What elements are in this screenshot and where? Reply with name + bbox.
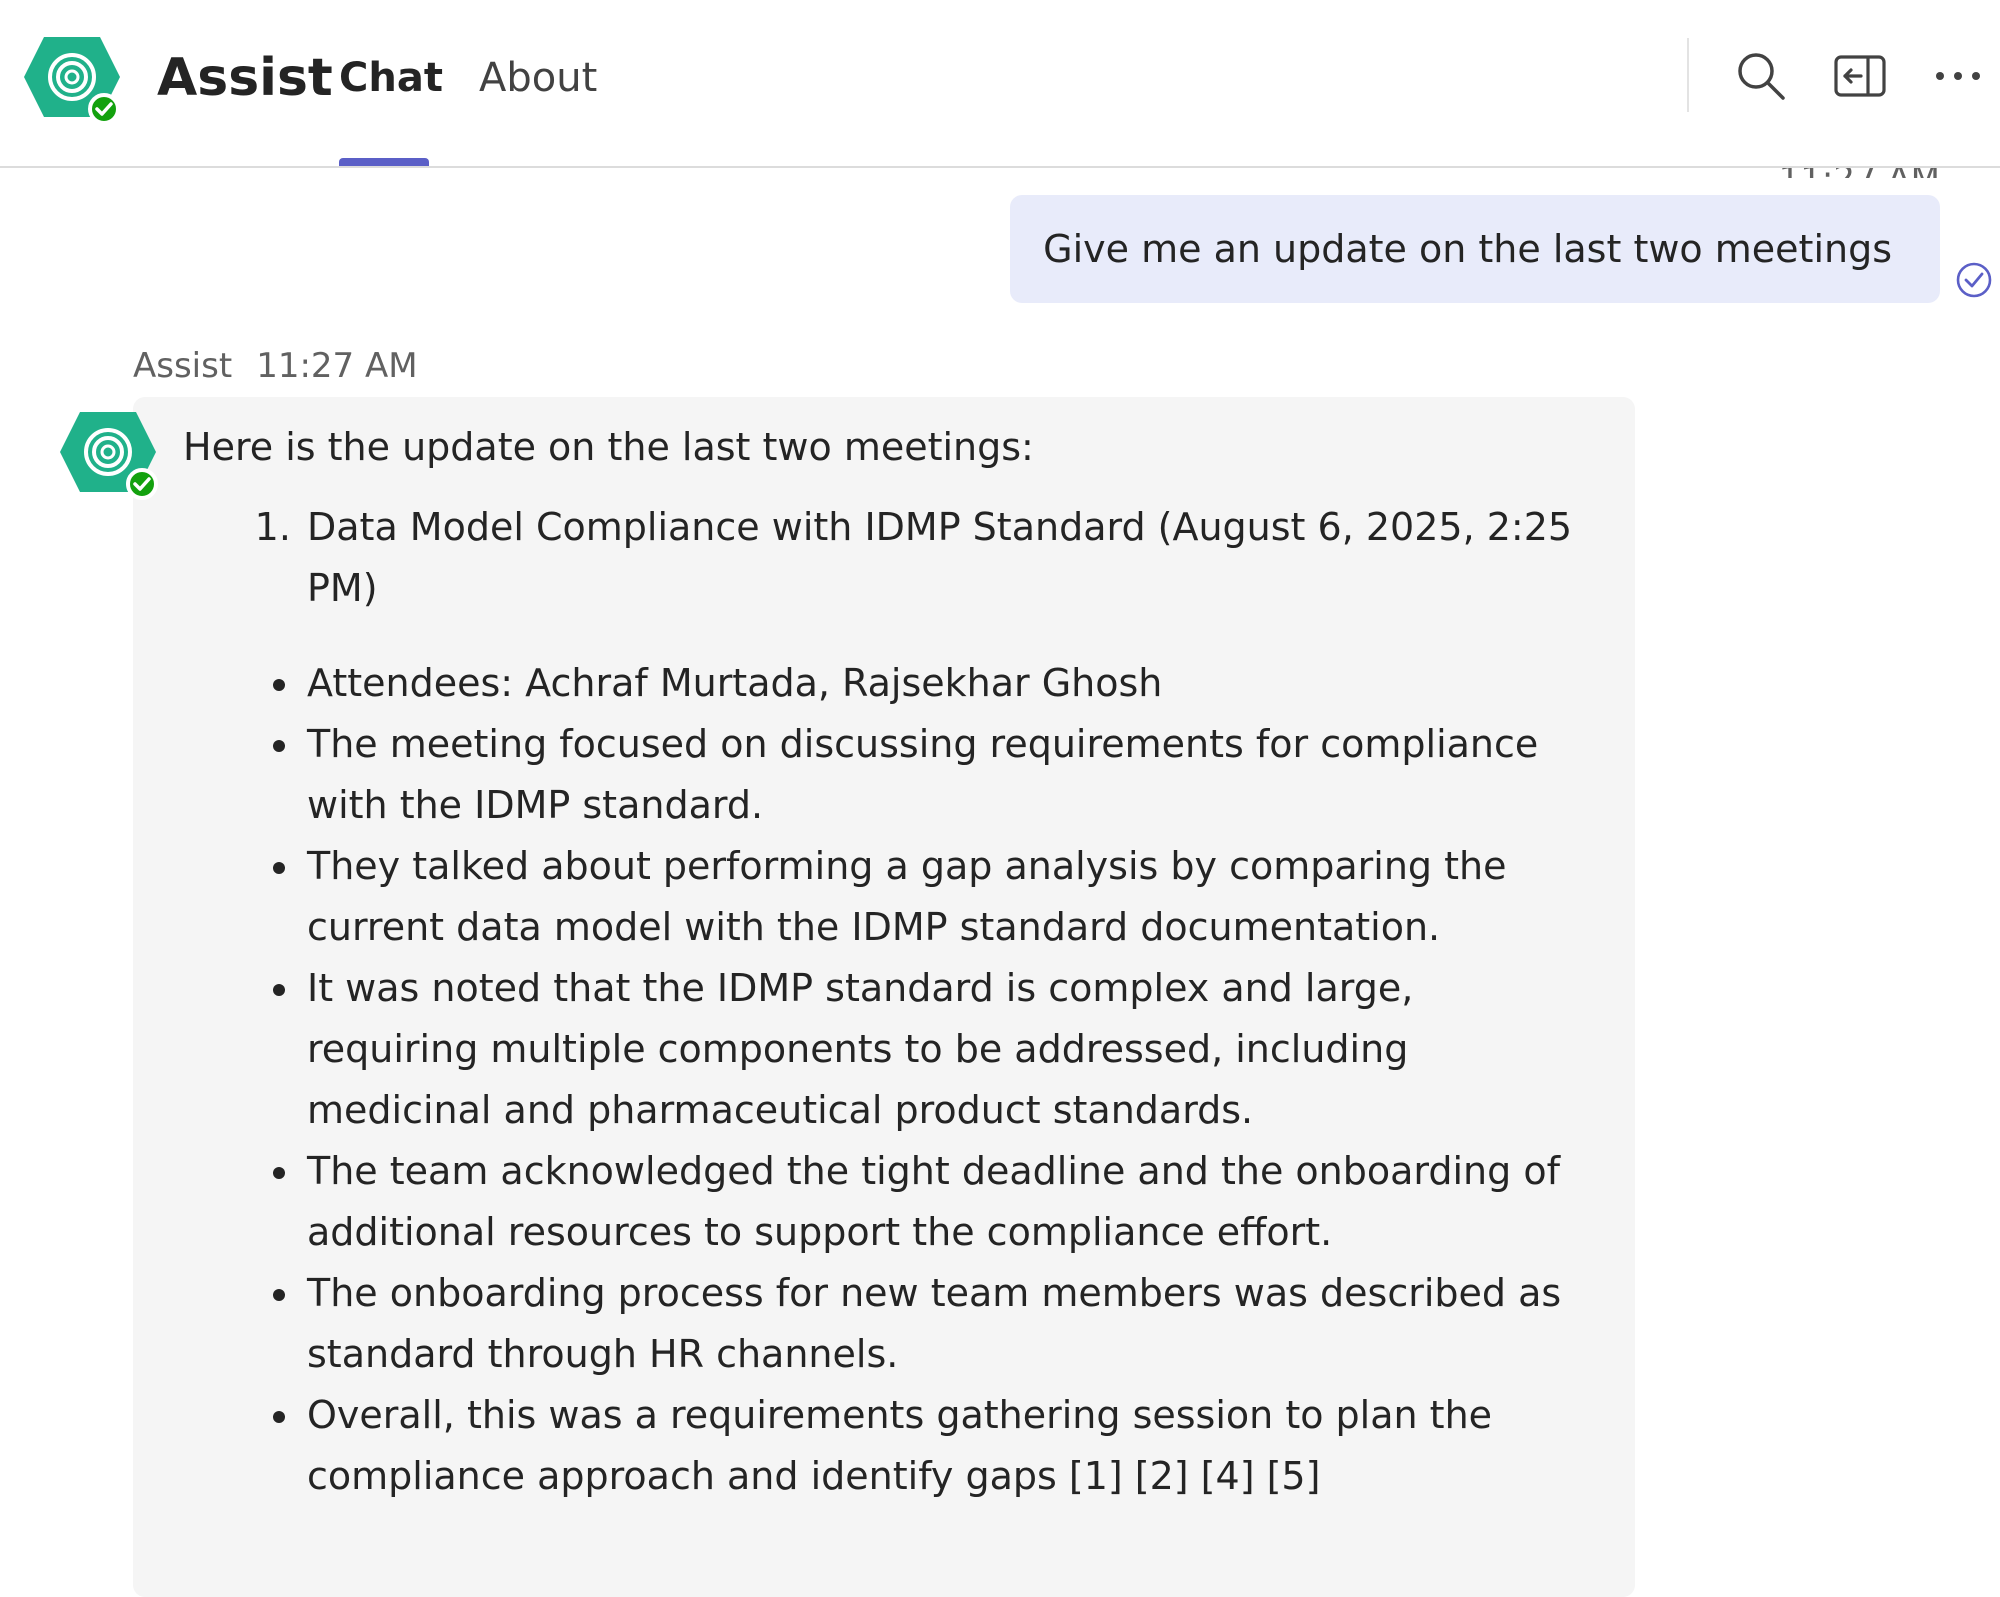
- user-message-text: Give me an update on the last two meetin…: [1043, 227, 1892, 271]
- list-item: Attendees: Achraf Murtada, Rajsekhar Gho…: [303, 653, 1585, 714]
- sender-name: Assist: [133, 346, 233, 386]
- list-item: It was noted that the IDMP standard is c…: [303, 958, 1585, 1141]
- side-panel-icon[interactable]: [1832, 48, 1888, 104]
- list-item: The meeting focused on discussing requir…: [303, 714, 1585, 836]
- bot-avatar: [58, 404, 158, 500]
- list-item: The team acknowledged the tight deadline…: [303, 1141, 1585, 1263]
- message-time: 11:27 AM: [256, 346, 418, 386]
- bot-message-intro: Here is the update on the last two meeti…: [183, 425, 1034, 469]
- app-header: Assist Chat About: [0, 0, 2000, 168]
- tab-chat[interactable]: Chat: [339, 50, 443, 106]
- read-receipt-icon: [1955, 261, 1993, 299]
- list-item: They talked about performing a gap analy…: [303, 836, 1585, 958]
- meeting-list: Data Model Compliance with IDMP Standard…: [183, 497, 1585, 619]
- app-title: Assist: [157, 48, 333, 108]
- tab-about[interactable]: About: [479, 50, 597, 106]
- meeting-points: Attendees: Achraf Murtada, Rajsekhar Gho…: [183, 653, 1585, 1507]
- search-icon[interactable]: [1733, 48, 1789, 104]
- assist-logo-icon: [60, 412, 158, 500]
- bot-message-bubble[interactable]: Here is the update on the last two meeti…: [133, 397, 1635, 1597]
- user-message-bubble[interactable]: Give me an update on the last two meetin…: [1010, 195, 1940, 303]
- header-divider: [1687, 38, 1689, 112]
- assist-logo-icon: [22, 29, 122, 125]
- active-tab-indicator: [339, 158, 429, 166]
- bot-message-header: Assist 11:27 AM: [133, 344, 418, 388]
- more-options-icon[interactable]: [1930, 48, 1986, 104]
- meeting-title: Data Model Compliance with IDMP Standard…: [303, 497, 1585, 619]
- list-item: The onboarding process for new team memb…: [303, 1263, 1585, 1385]
- list-item: Overall, this was a requirements gatheri…: [303, 1385, 1585, 1507]
